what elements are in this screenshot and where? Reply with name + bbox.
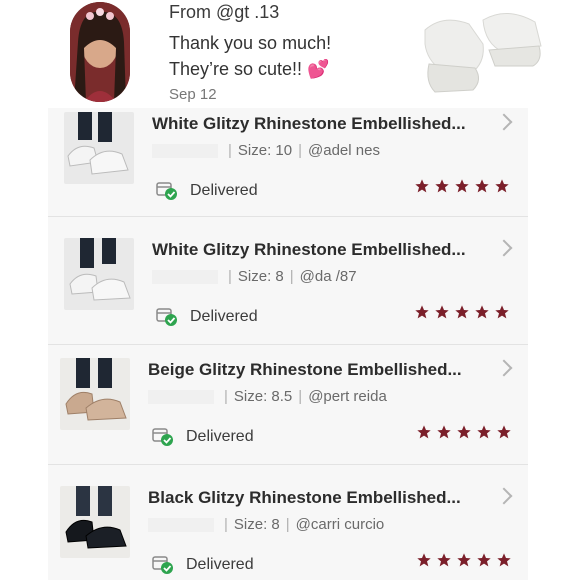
- review-message-line2: They’re so cute!! 💕: [169, 59, 330, 79]
- star-icon: [415, 305, 429, 319]
- blurred-price: [152, 144, 218, 159]
- star-icon: [435, 305, 449, 319]
- rating-stars: [416, 552, 512, 568]
- meta-separator: |: [285, 516, 290, 533]
- order-item[interactable]: Beige Glitzy Rhinestone Embellished... |…: [48, 354, 528, 474]
- avatar[interactable]: [70, 2, 130, 102]
- star-icon: [495, 305, 509, 319]
- star-icon: [477, 425, 491, 439]
- star-icon: [475, 305, 489, 319]
- package-delivered-icon: [152, 428, 173, 446]
- order-buyer[interactable]: @pert reida: [308, 388, 387, 405]
- order-meta: | Size: 8 | @carri curcio: [148, 516, 384, 533]
- product-thumbnail[interactable]: [60, 486, 130, 558]
- divider: [48, 344, 528, 345]
- status-label: Delivered: [190, 308, 258, 325]
- product-title[interactable]: White Glitzy Rhinestone Embellished...: [152, 240, 466, 260]
- rating-stars: [414, 304, 510, 320]
- blurred-price: [152, 270, 218, 285]
- review-from[interactable]: From @gt .13: [169, 2, 279, 23]
- star-icon: [415, 179, 429, 193]
- star-icon: [437, 553, 451, 567]
- delivery-status: Delivered: [156, 306, 258, 328]
- meta-separator: |: [228, 268, 232, 285]
- star-icon: [497, 425, 511, 439]
- blurred-price: [148, 518, 214, 533]
- meta-separator: |: [224, 516, 228, 533]
- star-icon: [437, 425, 451, 439]
- status-label: Delivered: [186, 428, 254, 445]
- package-delivered-icon: [152, 556, 173, 574]
- order-meta: | Size: 10 | @adel nes: [152, 142, 380, 159]
- order-buyer[interactable]: @adel nes: [308, 142, 380, 159]
- delivery-status: Delivered: [152, 426, 254, 448]
- star-icon: [497, 553, 511, 567]
- star-icon: [477, 553, 491, 567]
- divider: [48, 216, 528, 217]
- status-label: Delivered: [186, 556, 254, 573]
- meta-separator: |: [224, 388, 228, 405]
- star-icon: [457, 553, 471, 567]
- star-icon: [457, 425, 471, 439]
- product-title[interactable]: Black Glitzy Rhinestone Embellished...: [148, 488, 461, 508]
- star-icon: [435, 179, 449, 193]
- product-thumbnail[interactable]: [60, 358, 130, 430]
- star-icon: [417, 425, 431, 439]
- divider: [48, 464, 528, 465]
- product-thumbnail[interactable]: [64, 112, 134, 184]
- order-item[interactable]: Black Glitzy Rhinestone Embellished... |…: [48, 482, 528, 580]
- chevron-right-icon[interactable]: [495, 113, 513, 131]
- product-title[interactable]: Beige Glitzy Rhinestone Embellished...: [148, 360, 462, 380]
- status-label: Delivered: [190, 182, 258, 199]
- rating-stars: [416, 424, 512, 440]
- star-icon: [455, 305, 469, 319]
- product-thumbnail[interactable]: [64, 238, 134, 310]
- review-message-line1: Thank you so much!: [169, 33, 332, 53]
- star-icon: [417, 553, 431, 567]
- chevron-right-icon[interactable]: [495, 239, 513, 257]
- review-card: From @gt .13 Thank you so much! They’re …: [33, 0, 543, 108]
- star-icon: [455, 179, 469, 193]
- review-message: Thank you so much! They’re so cute!! 💕: [169, 30, 331, 82]
- order-size: Size: 8: [237, 268, 284, 285]
- chevron-right-icon[interactable]: [495, 487, 513, 505]
- rating-stars: [414, 178, 510, 194]
- order-meta: | Size: 8.5 | @pert reida: [148, 388, 387, 405]
- meta-separator: |: [298, 142, 303, 159]
- meta-separator: |: [228, 142, 232, 159]
- star-icon: [495, 179, 509, 193]
- review-date: Sep 12: [169, 86, 217, 103]
- order-size: Size: 8: [233, 516, 280, 533]
- star-icon: [475, 179, 489, 193]
- meta-separator: |: [298, 388, 303, 405]
- package-delivered-icon: [156, 182, 177, 200]
- order-item[interactable]: White Glitzy Rhinestone Embellished... |…: [48, 234, 528, 354]
- delivery-status: Delivered: [156, 180, 258, 202]
- product-title[interactable]: White Glitzy Rhinestone Embellished...: [152, 114, 466, 134]
- chevron-right-icon[interactable]: [495, 359, 513, 377]
- order-size: Size: 8.5: [233, 388, 293, 405]
- meta-separator: |: [289, 268, 294, 285]
- order-buyer[interactable]: @da /87: [300, 268, 357, 285]
- order-item[interactable]: White Glitzy Rhinestone Embellished... |…: [48, 108, 528, 228]
- delivery-status: Delivered: [152, 554, 254, 576]
- package-delivered-icon: [156, 308, 177, 326]
- order-meta: | Size: 8 | @da /87: [152, 268, 357, 285]
- order-buyer[interactable]: @carri curcio: [296, 516, 385, 533]
- review-shoe-photo[interactable]: [423, 0, 543, 102]
- order-size: Size: 10: [237, 142, 293, 159]
- blurred-price: [148, 390, 214, 405]
